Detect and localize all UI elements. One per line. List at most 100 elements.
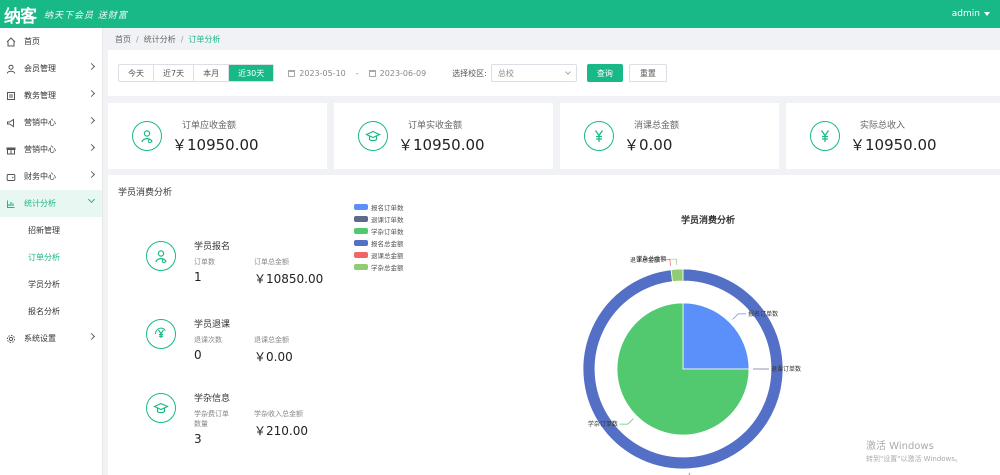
user-menu[interactable]: admin bbox=[952, 9, 990, 19]
caret-down-icon bbox=[984, 12, 990, 16]
pie-slice-outer-2[interactable] bbox=[670, 268, 684, 283]
user-name: admin bbox=[951, 9, 980, 19]
graduation-cap-icon bbox=[146, 393, 176, 423]
stat-row-refund: 学员退课 退课次数 0 退课总金额 ￥0.00 bbox=[146, 317, 293, 365]
sidebar-item-home[interactable]: 首页 bbox=[0, 28, 102, 55]
chevron-right-icon bbox=[87, 332, 96, 341]
pie-slice-inner-0[interactable] bbox=[682, 302, 750, 370]
stat-row-misc-fees: 学杂信息 学杂费订单数量 3 学杂收入总金额 ￥210.00 bbox=[146, 391, 308, 446]
yen-refresh-icon bbox=[146, 319, 176, 349]
legend-swatch bbox=[354, 228, 368, 234]
sidebar: 首页 会员管理 教务管理 营销中心 营销中心 财务中心 统计分析 招新管理 订单… bbox=[0, 28, 103, 475]
chart-title: 学员消费分析 bbox=[681, 214, 735, 226]
stat-card-title: 实际总收入 bbox=[860, 120, 906, 131]
legend-label: 学杂总金额 bbox=[371, 264, 404, 272]
date-range-picker[interactable]: 2023-05-10 - 2023-06-09 bbox=[288, 69, 426, 78]
legend-item[interactable]: 报名订单数 bbox=[354, 201, 404, 213]
sidebar-item-members[interactable]: 会员管理 bbox=[0, 55, 102, 82]
legend-label: 报名总金额 bbox=[371, 240, 404, 248]
legend-item[interactable]: 退课订单数 bbox=[354, 213, 404, 225]
sidebar-item-label: 教务管理 bbox=[24, 91, 56, 100]
gear-icon bbox=[6, 334, 16, 344]
stat-row-label: 订单数 bbox=[194, 258, 215, 266]
stat-row-value: 1 bbox=[194, 270, 202, 284]
chart-icon bbox=[6, 199, 16, 209]
breadcrumb-parent[interactable]: 统计分析 bbox=[144, 34, 176, 45]
sidebar-item-marketing[interactable]: 营销中心 bbox=[0, 109, 102, 136]
sidebar-item-label: 营销中心 bbox=[24, 118, 56, 127]
range-today-button[interactable]: 今天 bbox=[119, 65, 154, 81]
sidebar-item-label: 统计分析 bbox=[24, 199, 56, 208]
stat-row-value: ￥210.00 bbox=[254, 424, 308, 438]
date-range-tabs: 今天 近7天 本月 近30天 bbox=[118, 64, 275, 82]
yen-icon bbox=[810, 121, 840, 151]
stat-row-label: 退课总金额 bbox=[254, 336, 289, 344]
stat-row-enroll: 学员报名 订单数 1 订单总金额 ￥10850.00 bbox=[146, 239, 323, 287]
stat-card-value: ￥10950.00 bbox=[398, 135, 485, 154]
sidebar-item-label: 营销中心 bbox=[24, 145, 56, 154]
filter-bar: 今天 近7天 本月 近30天 2023-05-10 - 2023-06-09 选… bbox=[108, 50, 1000, 96]
legend-swatch bbox=[354, 252, 368, 258]
range-30days-button[interactable]: 近30天 bbox=[229, 65, 274, 81]
calendar-icon bbox=[368, 69, 376, 77]
sidebar-item-label: 系统设置 bbox=[24, 334, 56, 343]
start-date-input[interactable]: 2023-05-10 bbox=[299, 69, 346, 78]
stat-row-label: 退课次数 bbox=[194, 336, 222, 344]
pie-slice-label: 学杂订单数 bbox=[588, 420, 618, 428]
query-button[interactable]: 查询 bbox=[586, 64, 623, 82]
sidebar-item-finance[interactable]: 财务中心 bbox=[0, 163, 102, 190]
legend-item[interactable]: 学杂订单数 bbox=[354, 225, 404, 237]
legend-label: 退课订单数 bbox=[371, 216, 404, 224]
chevron-right-icon bbox=[87, 143, 96, 152]
sidebar-subitem-student-analysis[interactable]: 学员分析 bbox=[0, 271, 102, 298]
sidebar-subitem-enroll-analysis[interactable]: 报名分析 bbox=[0, 298, 102, 325]
reset-button[interactable]: 重置 bbox=[628, 64, 667, 82]
legend-item[interactable]: 报名总金额 bbox=[354, 237, 404, 249]
user-refresh-icon bbox=[146, 241, 176, 271]
legend-label: 退课总金额 bbox=[371, 252, 404, 260]
sidebar-item-marketing-2[interactable]: 营销中心 bbox=[0, 136, 102, 163]
stat-row-label: 学杂费订单数量 bbox=[194, 410, 229, 428]
campus-select-label: 选择校区: bbox=[452, 68, 487, 78]
range-7days-button[interactable]: 近7天 bbox=[154, 65, 195, 81]
app-slogan: 纳天下会员 送财富 bbox=[44, 10, 128, 21]
sidebar-item-academic[interactable]: 教务管理 bbox=[0, 82, 102, 109]
campus-select[interactable]: 总校 bbox=[490, 64, 577, 82]
stat-row-label: 订单总金额 bbox=[254, 258, 289, 266]
chevron-right-icon bbox=[87, 62, 96, 71]
user-icon bbox=[6, 64, 16, 74]
sidebar-item-statistics[interactable]: 统计分析 bbox=[0, 190, 102, 217]
top-bar: 纳客 纳天下会员 送财富 admin bbox=[0, 0, 1000, 28]
chevron-down-icon bbox=[87, 195, 96, 204]
windows-activation-watermark: 激活 Windows 转到"设置"以激活 Windows。 bbox=[866, 440, 962, 466]
legend-item[interactable]: 学杂总金额 bbox=[354, 261, 404, 273]
legend-swatch bbox=[354, 264, 368, 270]
pie-slice-label: 报名订单数 bbox=[748, 310, 778, 318]
campus-select-value: 总校 bbox=[497, 68, 514, 78]
megaphone-icon bbox=[6, 118, 16, 128]
stat-row-title: 学杂信息 bbox=[194, 394, 231, 404]
stat-row-value: ￥10850.00 bbox=[254, 272, 324, 286]
legend-label: 学杂订单数 bbox=[371, 228, 404, 236]
end-date-input[interactable]: 2023-06-09 bbox=[380, 69, 427, 78]
sidebar-item-label: 会员管理 bbox=[24, 64, 56, 73]
stat-card-receivable: 订单应收金额 ￥10950.00 bbox=[108, 103, 327, 169]
consumption-analysis-panel: 学员消费分析 学员报名 订单数 1 订单总金额 ￥10850.00 学员退课 退… bbox=[108, 175, 1000, 475]
chevron-right-icon bbox=[87, 170, 96, 179]
legend-item[interactable]: 退课总金额 bbox=[354, 249, 404, 261]
stat-card-actual-income: 实际总收入 ￥10950.00 bbox=[786, 103, 1000, 169]
stat-card-value: ￥0.00 bbox=[624, 135, 673, 154]
breadcrumb-home[interactable]: 首页 bbox=[115, 34, 131, 45]
watermark-line-1: 激活 Windows bbox=[866, 441, 934, 452]
app-logo[interactable]: 纳客 bbox=[4, 2, 37, 27]
stat-card-title: 消课总金额 bbox=[634, 120, 680, 131]
legend-swatch bbox=[354, 204, 368, 210]
sidebar-subitem-order-analysis[interactable]: 订单分析 bbox=[0, 244, 102, 271]
sidebar-item-label: 首页 bbox=[24, 37, 40, 46]
user-refresh-icon bbox=[132, 121, 162, 151]
range-month-button[interactable]: 本月 bbox=[194, 65, 230, 81]
stat-row-title: 学员报名 bbox=[194, 242, 231, 252]
sidebar-item-settings[interactable]: 系统设置 bbox=[0, 325, 102, 352]
sidebar-subitem-recruit[interactable]: 招新管理 bbox=[0, 217, 102, 244]
chart-legend: 报名订单数 退课订单数 学杂订单数 报名总金额 退课总金额 学杂总金额 bbox=[354, 201, 404, 273]
